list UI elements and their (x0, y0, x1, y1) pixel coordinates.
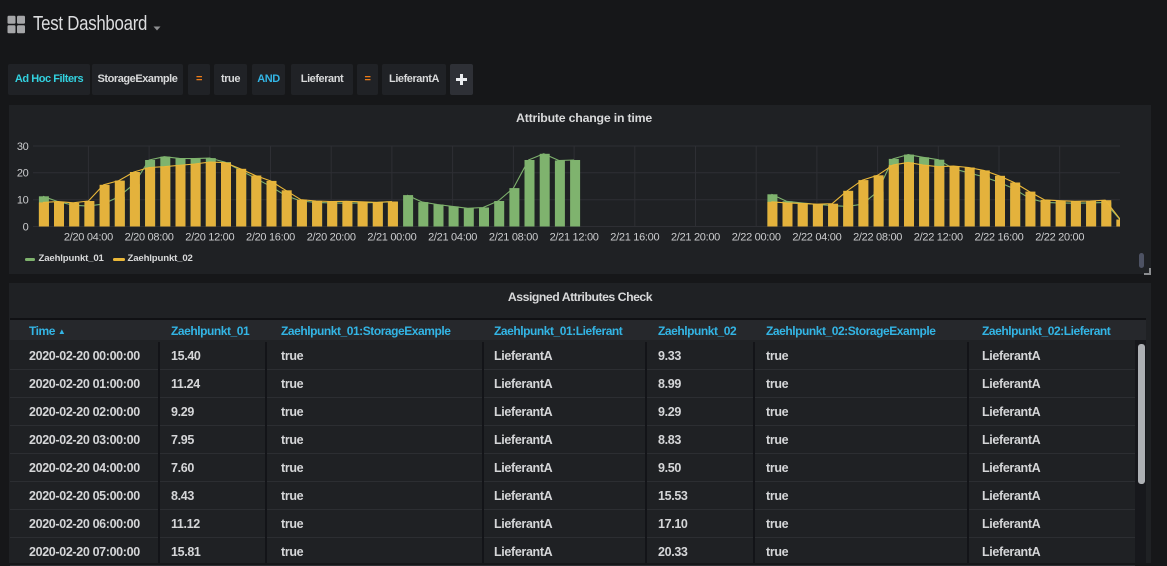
svg-text:2/22 00:00: 2/22 00:00 (732, 232, 781, 244)
svg-text:30: 30 (17, 141, 29, 153)
svg-text:2/22 04:00: 2/22 04:00 (792, 232, 841, 244)
svg-text:2/20 08:00: 2/20 08:00 (125, 232, 174, 244)
svg-text:2/21 20:00: 2/21 20:00 (671, 232, 720, 244)
svg-text:2/21 16:00: 2/21 16:00 (610, 232, 659, 244)
svg-text:2/20 16:00: 2/20 16:00 (246, 232, 295, 244)
svg-text:10: 10 (17, 195, 29, 207)
svg-text:2/21 04:00: 2/21 04:00 (428, 232, 477, 244)
svg-text:2/20 20:00: 2/20 20:00 (307, 232, 356, 244)
svg-text:20: 20 (17, 168, 29, 180)
svg-text:2/22 08:00: 2/22 08:00 (853, 232, 902, 244)
svg-text:2/22 20:00: 2/22 20:00 (1035, 232, 1084, 244)
svg-text:0: 0 (23, 221, 29, 233)
svg-text:2/22 16:00: 2/22 16:00 (975, 232, 1024, 244)
svg-text:2/21 00:00: 2/21 00:00 (367, 232, 416, 244)
svg-text:2/21 08:00: 2/21 08:00 (489, 232, 538, 244)
svg-text:2/20 12:00: 2/20 12:00 (185, 232, 234, 244)
svg-text:2/20 04:00: 2/20 04:00 (64, 232, 113, 244)
svg-text:2/21 12:00: 2/21 12:00 (550, 232, 599, 244)
svg-text:2/22 12:00: 2/22 12:00 (914, 232, 963, 244)
